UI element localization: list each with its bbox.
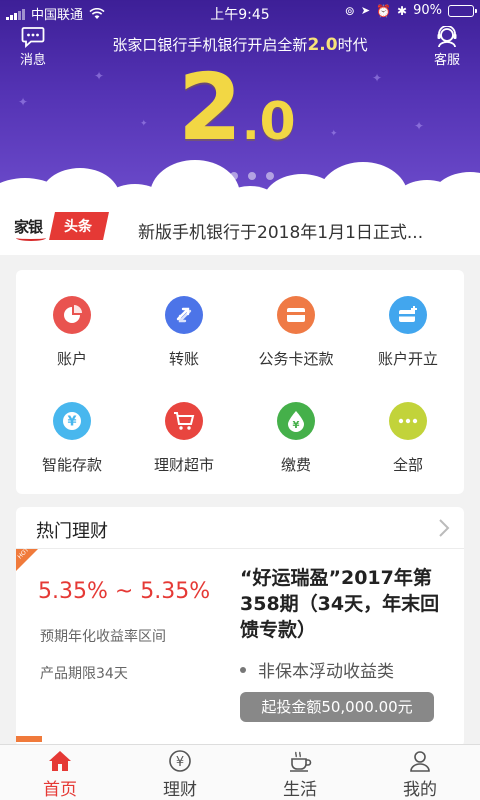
water-drop-yuan-icon: ¥: [277, 402, 315, 440]
service-wealth-market[interactable]: 理财超市: [128, 402, 240, 475]
product-term: 产品期限34天: [40, 666, 128, 682]
svg-text:¥: ¥: [67, 415, 76, 430]
tab-label: 我的: [403, 780, 437, 800]
headline-tag: 头条: [49, 212, 109, 240]
service-all[interactable]: 全部: [352, 402, 464, 475]
bank-news-logo: 家银: [14, 217, 47, 241]
hero-version-graphic: 2.0: [178, 62, 296, 154]
customer-service-icon: [437, 26, 457, 48]
carousel-dot[interactable]: [266, 172, 274, 180]
service-label: 公务卡还款: [258, 350, 334, 368]
product-type: 非保本浮动收益类: [240, 657, 394, 682]
carousel-dot[interactable]: [248, 172, 256, 180]
hot-badge-text: HOT: [16, 546, 31, 561]
hero-version-minor: 0: [259, 92, 296, 152]
service-label: 账户开立: [377, 350, 438, 368]
service-label: 转账: [168, 350, 199, 368]
coffee-cup-icon: [290, 751, 312, 772]
service-label: 账户: [56, 350, 87, 368]
headline-news-bar[interactable]: 家银 头条 新版手机银行于2018年1月1日正式...: [0, 200, 480, 255]
pie-chart-icon: [53, 296, 91, 334]
hero-version-major: 2: [178, 54, 243, 161]
tab-mine[interactable]: 我的: [360, 745, 480, 800]
news-logo: 家银 头条: [14, 212, 109, 241]
next-card-peek: [16, 736, 42, 742]
hero-banner[interactable]: ✦ ✦ ✦ ✦ ✦ ✦ 中国联通 上午9:45 ⊚ ➤ ⏰ ✱ 90% 消息 张…: [0, 0, 480, 206]
star-decoration: ✦: [414, 119, 425, 133]
headline-text[interactable]: 新版手机银行于2018年1月1日正式...: [138, 218, 468, 243]
hot-finance-header[interactable]: 热门理财: [16, 507, 464, 549]
svg-text:¥: ¥: [293, 420, 300, 431]
service-smart-deposit[interactable]: ¥ 智能存款: [16, 402, 128, 475]
service-label: 全部: [392, 456, 423, 474]
headline-tag-text: 头条: [64, 219, 93, 235]
star-decoration: ✦: [94, 69, 105, 83]
service-card-repayment[interactable]: 公务卡还款: [240, 296, 352, 369]
customer-service-button[interactable]: 客服: [427, 26, 467, 68]
service-label: 理财超市: [153, 456, 214, 474]
hot-badge: HOT: [16, 546, 38, 571]
yuan-icon: ¥: [53, 402, 91, 440]
service-account[interactable]: 账户: [16, 296, 128, 369]
star-decoration: ✦: [330, 129, 338, 139]
hero-title-suffix: 时代: [337, 36, 368, 54]
hero-title-prefix: 张家口银行手机银行开启全新: [112, 36, 308, 54]
star-decoration: ✦: [372, 71, 383, 85]
tab-label: 生活: [283, 780, 317, 800]
tab-label: 理财: [163, 780, 197, 800]
cart-icon: [165, 402, 203, 440]
user-icon: [410, 751, 430, 772]
card-add-icon: [389, 296, 427, 334]
star-decoration: ✦: [140, 119, 148, 129]
tab-wealth[interactable]: ¥ 理财: [120, 745, 240, 800]
hero-title-version: 2.0: [307, 35, 338, 55]
battery-icon: [448, 4, 477, 17]
bluetooth-icon: ✱: [397, 3, 408, 18]
service-grid: 账户 转账 公务卡还款 账户开立 ¥ 智能存款 理财超市 ¥ 缴费 全部: [16, 270, 464, 494]
min-investment-button[interactable]: 起投金额50,000.00元: [240, 692, 434, 722]
card-icon: [277, 296, 315, 334]
product-name[interactable]: “好运瑞盈”2017年第358期（34天，年末回馈专款）: [240, 565, 452, 643]
location-icon: ➤: [360, 4, 371, 17]
bottom-tab-bar: 首页 ¥ 理财 生活 我的: [0, 744, 480, 800]
service-payment[interactable]: ¥ 缴费: [240, 402, 352, 475]
tab-label: 首页: [43, 780, 77, 800]
hero-version-dot: .: [242, 96, 260, 150]
service-transfer[interactable]: 转账: [128, 296, 240, 369]
home-icon: [49, 751, 71, 771]
customer-service-label: 客服: [433, 53, 460, 68]
service-label: 缴费: [280, 456, 311, 474]
service-open-account[interactable]: 账户开立: [352, 296, 464, 369]
hot-finance-title: 热门理财: [36, 521, 108, 542]
tab-home[interactable]: 首页: [0, 745, 120, 800]
alarm-icon: ⏰: [376, 3, 392, 18]
service-label: 智能存款: [41, 456, 102, 474]
yield-rate-label: 预期年化收益率区间: [40, 629, 166, 645]
star-decoration: ✦: [18, 95, 29, 109]
svg-text:¥: ¥: [176, 755, 184, 770]
message-label: 消息: [19, 53, 46, 68]
status-bar: 中国联通 上午9:45 ⊚ ➤ ⏰ ✱ 90%: [0, 0, 480, 24]
hero-title: 张家口银行手机银行开启全新2.0时代: [0, 34, 480, 55]
yield-rate: 5.35% ~ 5.35%: [38, 579, 211, 604]
tab-life[interactable]: 生活: [240, 745, 360, 800]
battery-percent: 90%: [413, 3, 442, 18]
orientation-lock-icon: ⊚: [344, 3, 355, 18]
hot-finance-card[interactable]: 热门理财 HOT 5.35% ~ 5.35% 预期年化收益率区间 产品期限34天…: [16, 507, 464, 747]
chevron-right-icon[interactable]: [438, 518, 450, 538]
transfer-arrows-icon: [165, 296, 203, 334]
yuan-circle-icon: ¥: [169, 750, 191, 772]
more-dots-icon: [389, 402, 427, 440]
